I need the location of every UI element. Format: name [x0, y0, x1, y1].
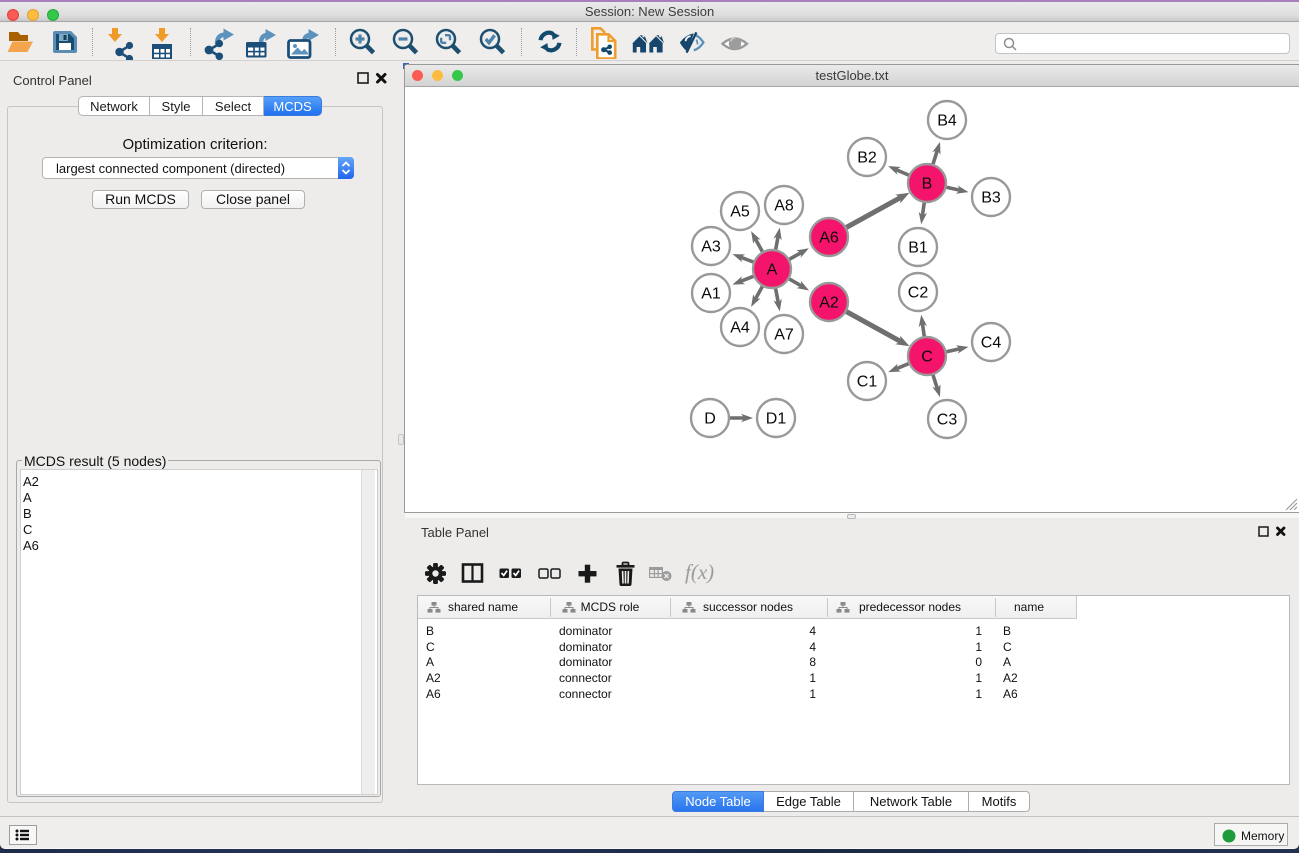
svg-text:B: B	[922, 176, 933, 193]
svg-text:A5: A5	[730, 204, 750, 221]
svg-text:A1: A1	[701, 286, 721, 303]
svg-text:A: A	[767, 262, 778, 279]
svg-text:B4: B4	[937, 113, 957, 130]
svg-text:C2: C2	[908, 285, 929, 302]
svg-text:B3: B3	[981, 190, 1001, 207]
svg-text:A8: A8	[774, 198, 794, 215]
svg-text:A2: A2	[819, 295, 839, 312]
svg-text:A6: A6	[819, 230, 839, 247]
svg-text:B2: B2	[857, 150, 877, 167]
svg-text:C3: C3	[937, 412, 958, 429]
svg-text:A4: A4	[730, 320, 750, 337]
svg-text:D: D	[704, 411, 716, 428]
svg-text:C4: C4	[981, 335, 1002, 352]
svg-text:A7: A7	[774, 327, 794, 344]
svg-text:B1: B1	[908, 240, 928, 257]
svg-text:C: C	[921, 349, 933, 366]
svg-text:A3: A3	[701, 239, 721, 256]
svg-text:C1: C1	[857, 374, 878, 391]
svg-text:D1: D1	[766, 411, 787, 428]
